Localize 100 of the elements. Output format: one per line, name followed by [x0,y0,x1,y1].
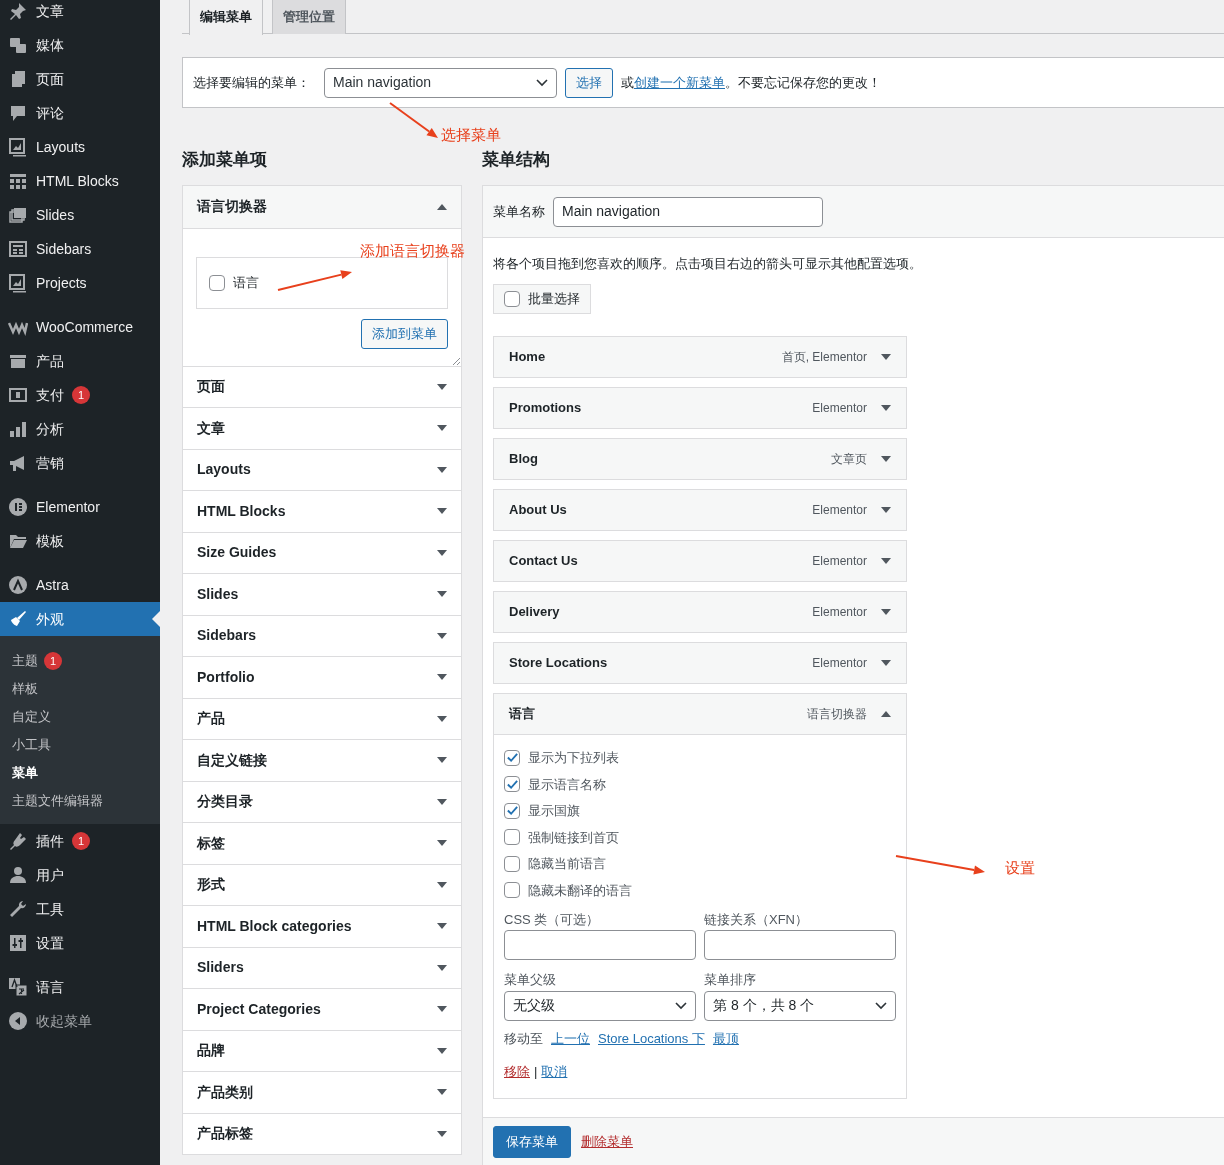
sidebar-menu-item[interactable]: 插件 1 [0,824,160,858]
resize-handle-icon[interactable] [452,356,460,365]
parent-dropdown[interactable]: 无父级 [504,990,696,1021]
expand-arrow-icon[interactable] [437,1089,447,1096]
sidebar-menu-item[interactable]: Slides [0,198,160,232]
menu-name-field[interactable]: Main navigation [553,196,823,227]
expand-arrow-icon[interactable] [437,549,447,556]
expand-arrow-icon[interactable] [437,383,447,390]
checkbox[interactable] [504,776,520,793]
expand-arrow-icon[interactable] [437,840,447,847]
sidebar-menu-item[interactable]: 设置 [0,926,160,960]
order-dropdown[interactable]: 第 8 个，共 8 个 [704,990,896,1021]
menu-item-title: About Us [509,500,568,519]
sidebar-menu-item[interactable]: WooCommerce [0,310,160,344]
expand-arrow-icon[interactable] [437,632,447,639]
collapse-arrow-icon[interactable] [437,203,447,210]
checkbox[interactable] [504,802,520,819]
delete-menu-link[interactable]: 删除菜单 [581,1131,633,1152]
checkbox[interactable] [209,274,225,291]
collapse-menu-button[interactable]: 收起菜单 [0,1004,160,1038]
expand-arrow-icon[interactable] [437,1130,447,1137]
bulk-select-button[interactable]: 批量选择 [493,283,591,314]
checkbox[interactable] [504,882,520,899]
sidebar-menu-item[interactable]: HTML Blocks [0,164,160,198]
sidebar-menu-item[interactable]: 评论 [0,96,160,130]
expand-arrow-icon[interactable] [437,964,447,971]
expand-arrow-icon[interactable] [881,455,891,462]
menu-item-bar[interactable]: About Us Elementor [493,488,907,531]
create-menu-link[interactable]: 创建一个新菜单 [634,74,725,90]
sidebar-menu-item[interactable]: 模板 [0,524,160,558]
submenu-item[interactable]: 小工具 [0,731,160,759]
expand-arrow-icon[interactable] [437,881,447,888]
submenu-item[interactable]: 主题文件编辑器 [0,787,160,815]
sidebar-menu-item[interactable]: 媒体 [0,28,160,62]
sidebar-menu-item[interactable]: Projects [0,266,160,300]
sidebar-menu-item[interactable]: 用户 [0,858,160,892]
expand-arrow-icon[interactable] [437,591,447,598]
collapse-arrow-icon[interactable] [881,710,891,717]
checkbox-label: 显示国旗 [528,802,580,820]
sidebar-menu-item[interactable]: 页面 [0,62,160,96]
tab[interactable]: 管理位置 [272,0,346,34]
sidebar-menu-item[interactable]: Layouts [0,130,160,164]
sidebar-menu-item[interactable]: 文章 [0,0,160,28]
expand-arrow-icon[interactable] [437,715,447,722]
css-class-field[interactable] [504,930,696,960]
expand-arrow-icon[interactable] [881,506,891,513]
submenu-item[interactable]: 主题 1 [0,647,160,675]
expand-arrow-icon[interactable] [437,923,447,930]
expand-arrow-icon[interactable] [437,466,447,473]
sidebar-menu-item[interactable]: 外观 [0,602,160,636]
sidebar-menu-item[interactable]: Elementor [0,490,160,524]
sidebar-menu-item[interactable]: 营销 [0,446,160,480]
sidebar-menu-item[interactable]: 语言 [0,970,160,1004]
expand-arrow-icon[interactable] [437,674,447,681]
expand-arrow-icon[interactable] [437,508,447,515]
expand-arrow-icon[interactable] [437,798,447,805]
accordion-header[interactable]: 语言切换器 [183,186,461,228]
sidebar-menu-item[interactable]: 产品 [0,344,160,378]
remove-link[interactable]: 移除 [504,1062,530,1082]
menu-item-title: Store Locations [509,653,609,672]
move-link[interactable]: 上一位 [551,1028,590,1048]
submenu-item[interactable]: 自定义 [0,703,160,731]
cancel-link[interactable]: 取消 [541,1062,568,1082]
field-label: 菜单父级 [504,971,557,989]
add-to-menu-button[interactable]: 添加到菜单 [361,318,448,349]
expand-arrow-icon[interactable] [881,404,891,411]
menu-item-bar[interactable]: Store Locations Elementor [493,641,907,684]
menu-item-bar[interactable]: Promotions Elementor [493,386,907,429]
expand-arrow-icon[interactable] [881,659,891,666]
expand-arrow-icon[interactable] [437,425,447,432]
expand-arrow-icon[interactable] [437,1047,447,1054]
save-menu-button[interactable]: 保存菜单 [493,1125,571,1158]
menu-item-type: 首页, Elementor [781,348,867,366]
expand-arrow-icon[interactable] [437,1006,447,1013]
menu-item-bar[interactable]: Blog 文章页 [493,437,907,480]
select-button[interactable]: 选择 [565,67,613,98]
submenu-item[interactable]: 样板 [0,675,160,703]
menu-dropdown[interactable]: Main navigation [324,67,557,98]
expand-arrow-icon[interactable] [881,608,891,615]
tab[interactable]: 编辑菜单 [189,0,263,35]
sidebar-menu-item[interactable]: 分析 [0,412,160,446]
menu-item-bar[interactable]: Delivery Elementor [493,590,907,633]
expand-arrow-icon[interactable] [437,757,447,764]
sidebar-menu-item[interactable]: Astra [0,568,160,602]
sidebar-menu-item[interactable]: Sidebars [0,232,160,266]
move-link[interactable]: 最顶 [712,1028,739,1048]
expand-arrow-icon[interactable] [881,353,891,360]
move-link[interactable]: Store Locations 下 [598,1028,705,1048]
expand-arrow-icon[interactable] [881,557,891,564]
field-label: 链接关系（XFN） [704,910,809,929]
link-relationship-field[interactable] [704,930,896,960]
checkbox[interactable] [504,749,520,766]
sidebar-menu-item[interactable]: 支付 1 [0,378,160,412]
checkbox[interactable] [504,855,520,872]
menu-item-bar[interactable]: Contact Us Elementor [493,539,907,582]
submenu-item[interactable]: 菜单 [0,759,160,787]
checkbox[interactable] [504,829,520,846]
sidebar-menu-item[interactable]: 工具 [0,892,160,926]
menu-item-bar[interactable]: Home 首页, Elementor [493,335,907,378]
menu-item-bar[interactable]: 语言 语言切换器 [493,692,907,735]
